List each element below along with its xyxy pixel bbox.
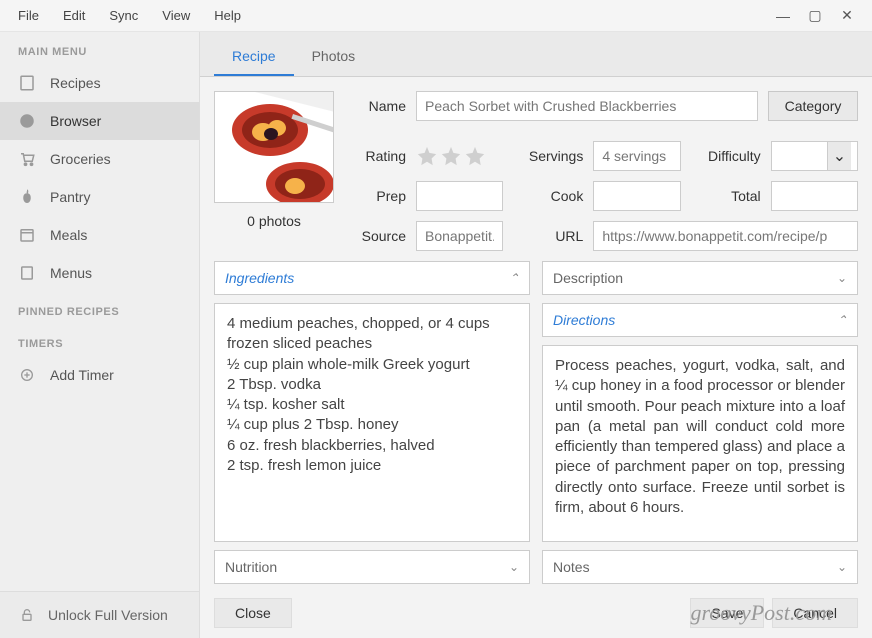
difficulty-select[interactable]: ⌄ [771, 141, 858, 171]
url-input[interactable] [593, 221, 858, 251]
accordion-directions[interactable]: Directions⌃ [542, 303, 858, 337]
servings-input[interactable] [593, 141, 680, 171]
label-total: Total [691, 188, 761, 204]
menu-view[interactable]: View [150, 2, 202, 29]
compass-icon [18, 112, 36, 130]
chevron-down-icon: ⌄ [509, 560, 519, 574]
sidebar-item-label: Groceries [50, 151, 111, 167]
directions-body[interactable]: Process peaches, yogurt, vodka, salt, an… [542, 345, 858, 542]
accordion-ingredients[interactable]: Ingredients⌃ [214, 261, 530, 295]
chevron-up-icon: ⌃ [837, 313, 847, 327]
tab-photos[interactable]: Photos [294, 38, 374, 76]
ingredient-line: ¼ cup plus 2 Tbsp. honey [227, 415, 517, 435]
close-icon[interactable]: ✕ [838, 7, 856, 25]
star-icon[interactable] [440, 145, 462, 167]
sidebar-item-label: Meals [50, 227, 87, 243]
tabs: Recipe Photos [200, 32, 872, 77]
titlebar: File Edit Sync View Help — ▢ ✕ [0, 0, 872, 32]
category-button[interactable]: Category [768, 91, 858, 121]
menu-sync[interactable]: Sync [97, 2, 150, 29]
recipe-thumbnail[interactable] [214, 91, 334, 203]
cancel-button[interactable]: Cancel [772, 598, 858, 628]
book-icon [18, 74, 36, 92]
ingredient-line: ½ cup plain whole-milk Greek yogurt [227, 355, 517, 375]
label-name: Name [346, 98, 406, 114]
plus-icon [18, 366, 36, 384]
lock-icon [18, 606, 36, 624]
sidebar-section-main: MAIN MENU [0, 32, 199, 64]
rating-stars[interactable] [416, 145, 503, 167]
sidebar-item-label: Browser [50, 113, 101, 129]
minimize-icon[interactable]: — [774, 7, 792, 25]
apple-icon [18, 188, 36, 206]
unlock-label: Unlock Full Version [48, 607, 168, 623]
chevron-down-icon: ⌄ [827, 142, 851, 170]
chevron-down-icon: ⌄ [837, 271, 847, 285]
close-button[interactable]: Close [214, 598, 292, 628]
sidebar-item-label: Recipes [50, 75, 101, 91]
sidebar-section-timers: TIMERS [0, 324, 199, 356]
main: Recipe Photos [200, 32, 872, 638]
sidebar-item-label: Add Timer [50, 367, 114, 383]
list-icon [18, 264, 36, 282]
ingredient-line: 4 medium peaches, chopped, or 4 cups fro… [227, 314, 517, 355]
name-input[interactable] [416, 91, 758, 121]
unlock-full-version[interactable]: Unlock Full Version [0, 591, 199, 638]
accordion-description[interactable]: Description⌄ [542, 261, 858, 295]
photos-count: 0 photos [247, 209, 301, 229]
accordion-nutrition[interactable]: Nutrition⌄ [214, 550, 530, 584]
content: 0 photos Name Category Rating [200, 77, 872, 592]
sidebar-item-menus[interactable]: Menus [0, 254, 199, 292]
ingredients-body[interactable]: 4 medium peaches, chopped, or 4 cups fro… [214, 303, 530, 542]
label-url: URL [513, 228, 583, 244]
cart-icon [18, 150, 36, 168]
star-icon[interactable] [416, 145, 438, 167]
sidebar-item-browser[interactable]: Browser [0, 102, 199, 140]
label-source: Source [346, 228, 406, 244]
label-prep: Prep [346, 188, 406, 204]
menu-edit[interactable]: Edit [51, 2, 97, 29]
source-input[interactable] [416, 221, 503, 251]
sidebar: MAIN MENU Recipes Browser Groceries Pant… [0, 32, 200, 638]
save-button[interactable]: Save [690, 598, 764, 628]
sidebar-add-timer[interactable]: Add Timer [0, 356, 199, 394]
label-servings: Servings [513, 148, 583, 164]
chevron-down-icon: ⌄ [837, 560, 847, 574]
sidebar-item-label: Pantry [50, 189, 90, 205]
maximize-icon[interactable]: ▢ [806, 7, 824, 25]
cook-input[interactable] [593, 181, 680, 211]
chevron-up-icon: ⌃ [509, 271, 519, 285]
ingredient-line: ¼ tsp. kosher salt [227, 395, 517, 415]
ingredient-line: 2 tsp. fresh lemon juice [227, 456, 517, 476]
accordion-notes[interactable]: Notes⌄ [542, 550, 858, 584]
star-icon[interactable] [464, 145, 486, 167]
prep-input[interactable] [416, 181, 503, 211]
sidebar-section-pinned: PINNED RECIPES [0, 292, 199, 324]
menu-file[interactable]: File [6, 2, 51, 29]
label-rating: Rating [346, 148, 406, 164]
sidebar-item-label: Menus [50, 265, 92, 281]
ingredient-line: 6 oz. fresh blackberries, halved [227, 436, 517, 456]
calendar-icon [18, 226, 36, 244]
tab-recipe[interactable]: Recipe [214, 38, 294, 76]
label-cook: Cook [513, 188, 583, 204]
window-controls: — ▢ ✕ [774, 7, 866, 25]
label-difficulty: Difficulty [691, 148, 761, 164]
total-input[interactable] [771, 181, 858, 211]
menu-help[interactable]: Help [202, 2, 253, 29]
ingredient-line: 2 Tbsp. vodka [227, 375, 517, 395]
sidebar-item-meals[interactable]: Meals [0, 216, 199, 254]
footer: Close Save Cancel [200, 592, 872, 638]
sidebar-item-recipes[interactable]: Recipes [0, 64, 199, 102]
menubar: File Edit Sync View Help [6, 2, 253, 29]
sidebar-item-pantry[interactable]: Pantry [0, 178, 199, 216]
sidebar-item-groceries[interactable]: Groceries [0, 140, 199, 178]
